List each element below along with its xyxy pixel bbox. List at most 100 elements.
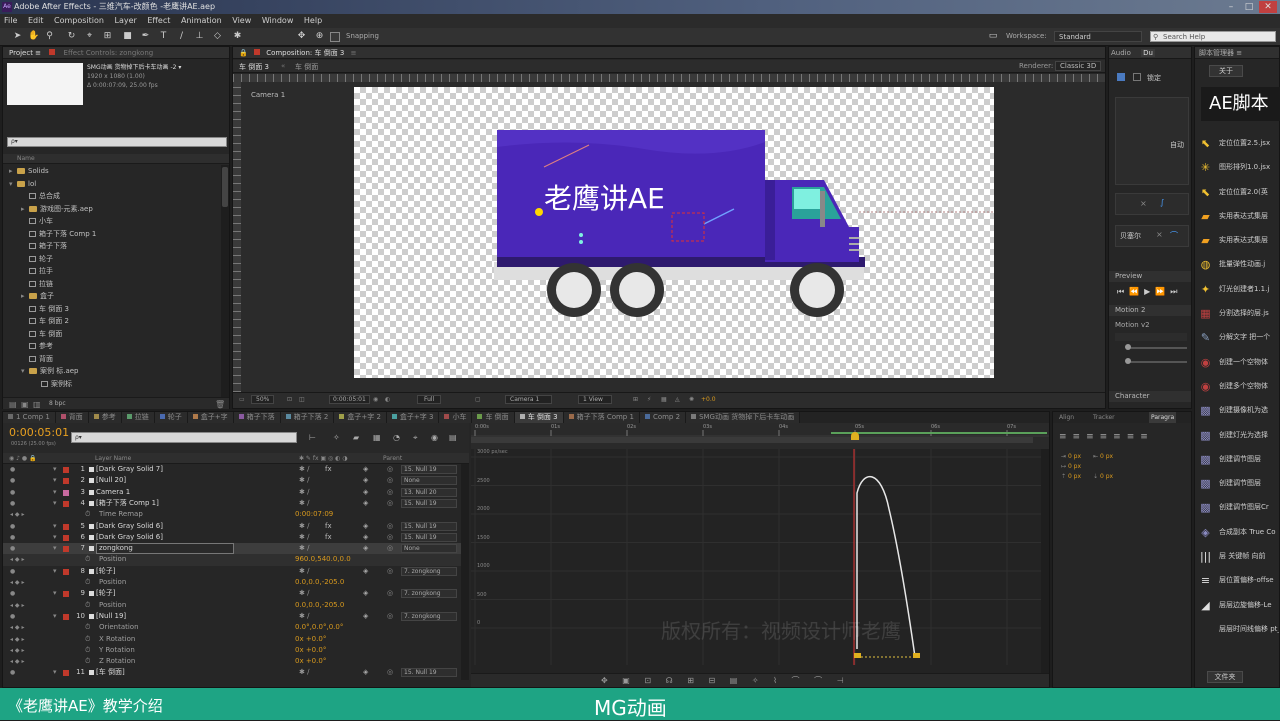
stopwatch-icon[interactable]: ⏱ bbox=[85, 509, 90, 520]
twirl-arrow-icon[interactable]: ▾ bbox=[53, 611, 57, 622]
indent-right-value[interactable]: 0 px bbox=[1100, 453, 1113, 460]
property-value[interactable]: 0x +0.0° bbox=[295, 656, 326, 667]
project-item[interactable]: 案例标 bbox=[3, 378, 221, 391]
property-value[interactable]: 960.0,540.0,0.0 bbox=[295, 554, 351, 565]
zoom-dropdown[interactable]: 50% bbox=[251, 395, 275, 404]
property-row[interactable]: ◂ ◆ ▸ ⏱ Position 0.0,0.0,-205.0 bbox=[3, 600, 461, 611]
flowchart-icon[interactable]: ◬ bbox=[675, 396, 680, 403]
stopwatch-icon[interactable]: ⏱ bbox=[85, 600, 90, 611]
layer-switches[interactable]: ✱ ∕ bbox=[299, 498, 309, 509]
layer-switches[interactable]: ✱ ∕ bbox=[299, 566, 309, 577]
label-color[interactable] bbox=[63, 568, 69, 575]
current-time-display[interactable]: 0:00:05:01 bbox=[329, 395, 370, 404]
hide-shy-icon[interactable]: ▰ bbox=[353, 433, 359, 442]
timeline-tab[interactable]: SMG动画 货物掉下后卡车动画 bbox=[686, 412, 801, 423]
project-scrollbar[interactable] bbox=[221, 165, 229, 397]
parent-dropdown[interactable]: 15. Null 19 bbox=[401, 521, 457, 531]
script-item[interactable]: ✳ 图形排列1.0.jsx bbox=[1195, 155, 1279, 179]
layer-name[interactable]: [Dark Gray Solid 6] bbox=[96, 532, 163, 543]
script-item[interactable]: ▩ 创建灯光为选择 bbox=[1195, 423, 1279, 447]
layer-switches[interactable]: ✱ ∕ bbox=[299, 487, 309, 498]
visibility-eye-icon[interactable]: ● bbox=[10, 566, 15, 577]
parent-pick-whip-icon[interactable]: ◎ bbox=[387, 543, 393, 554]
timeline-tab[interactable]: 车 倒面 bbox=[472, 412, 515, 423]
stopwatch-icon[interactable]: ⏱ bbox=[85, 645, 90, 656]
fast-preview-icon[interactable]: ⚡ bbox=[647, 396, 651, 403]
script-item[interactable]: ▰ 实用表达式集层 bbox=[1195, 228, 1279, 252]
bezier-close-icon[interactable]: × bbox=[1156, 230, 1163, 239]
timeline-tab[interactable]: 轮子 bbox=[154, 412, 188, 423]
project-item[interactable]: ▸ 盒子 bbox=[3, 290, 221, 303]
timeline-tab[interactable]: 箱子下落 2 bbox=[280, 412, 335, 423]
layer-row[interactable]: ● ▾ 7 zongkong ✱ ∕ ◈ ◎ None bbox=[3, 543, 461, 555]
motion-slider-3[interactable] bbox=[1125, 358, 1187, 364]
timeline-icon[interactable]: ▦ bbox=[661, 396, 667, 403]
visibility-eye-icon[interactable]: ● bbox=[10, 543, 15, 554]
layer-name[interactable]: [车 倒面] bbox=[96, 667, 125, 678]
keyframe-navigator-icon[interactable]: ◂ ◆ ▸ bbox=[10, 600, 24, 611]
timeline-tab[interactable]: 参考 bbox=[88, 412, 122, 423]
layer-name[interactable]: Camera 1 bbox=[96, 487, 130, 498]
comp-canvas[interactable]: 老鹰讲AE bbox=[354, 87, 994, 378]
twirl-arrow-icon[interactable]: ▾ bbox=[53, 543, 57, 554]
close-comp-tab-icon[interactable] bbox=[253, 49, 260, 55]
project-item[interactable]: 拉手 bbox=[3, 265, 221, 278]
visibility-eye-icon[interactable]: ● bbox=[10, 667, 15, 678]
exposure-icon[interactable]: ✺ bbox=[689, 396, 694, 403]
script-item[interactable]: ✎ 分解文字 把一个 bbox=[1195, 325, 1279, 349]
motion-slider-2[interactable] bbox=[1125, 344, 1187, 350]
property-row[interactable]: ◂ ◆ ▸ ⏱ X Rotation 0x +0.0° bbox=[3, 634, 461, 645]
axis-tool-icon[interactable]: ✥ bbox=[296, 31, 307, 42]
twirl-arrow-icon[interactable]: ▾ bbox=[53, 487, 57, 498]
script-item[interactable]: ||| 层 关键帧 向前 bbox=[1195, 544, 1279, 568]
ease-close-icon[interactable]: × bbox=[1140, 199, 1147, 208]
space-after-value[interactable]: 0 px bbox=[1100, 473, 1113, 480]
layer-row[interactable]: ● ▾ 11 [车 倒面] ✱ ∕ ◈ ◎ 15. Null 19 bbox=[3, 667, 461, 678]
property-value[interactable]: 0.0,0.0,-205.0 bbox=[295, 577, 344, 588]
horizontal-ruler[interactable] bbox=[233, 74, 1105, 82]
script-item[interactable]: ▩ 创建调节图层 bbox=[1195, 471, 1279, 495]
frame-blending-icon[interactable]: ▦ bbox=[373, 433, 381, 442]
subtab-car[interactable]: 车 倒面 bbox=[295, 62, 318, 72]
property-value[interactable]: 0x +0.0° bbox=[295, 645, 326, 656]
rectangle-tool-icon[interactable]: ■ bbox=[122, 31, 133, 42]
tab-motion-2[interactable]: Motion 2 bbox=[1115, 306, 1145, 314]
parent-pick-whip-icon[interactable]: ◎ bbox=[387, 475, 393, 486]
script-item[interactable]: 层层时间线偏移 pt_Sh bbox=[1195, 617, 1279, 641]
layer-scrollbar[interactable] bbox=[461, 464, 469, 680]
timeline-tab[interactable]: 车 倒面 3 bbox=[514, 412, 564, 423]
timeline-search-input[interactable]: ρ▾ bbox=[71, 432, 297, 443]
label-color[interactable] bbox=[63, 478, 69, 485]
layer-row[interactable]: ● ▾ 1 [Dark Gray Solid 7] ✱ ∕ fx ◈ ◎ 15. Null 1… bbox=[3, 464, 461, 475]
project-item[interactable]: 参考 bbox=[3, 340, 221, 353]
3d-layer-cube-icon[interactable]: ◈ bbox=[363, 543, 368, 554]
keyframe-navigator-icon[interactable]: ◂ ◆ ▸ bbox=[10, 645, 24, 656]
parent-dropdown[interactable]: None bbox=[401, 476, 457, 486]
region-of-interest-icon[interactable]: ▢ bbox=[475, 396, 481, 403]
brush-tool-icon[interactable]: ∕ bbox=[176, 31, 187, 42]
safe-zones-icon[interactable]: ⊡ bbox=[287, 396, 292, 403]
parent-dropdown[interactable]: 15. Null 19 bbox=[401, 532, 457, 542]
layer-name[interactable]: [轮子] bbox=[96, 566, 115, 577]
col-parent[interactable]: Parent bbox=[383, 453, 402, 464]
visibility-eye-icon[interactable]: ● bbox=[10, 532, 15, 543]
script-item[interactable]: ◉ 创建多个空物体 bbox=[1195, 374, 1279, 398]
expand-arrow-icon[interactable]: ▾ bbox=[21, 365, 29, 378]
layer-name[interactable]: Orientation bbox=[99, 622, 139, 633]
motion-blur-icon[interactable]: ◔ bbox=[393, 433, 400, 442]
layer-row[interactable]: ● ▾ 9 [轮子] ✱ ∕ ◈ ◎ 7. zongkong bbox=[3, 588, 461, 599]
parent-dropdown[interactable]: 15. Null 19 bbox=[401, 668, 457, 678]
brainstorm-icon[interactable]: ◉ bbox=[431, 433, 438, 442]
timeline-tab[interactable]: Comp 2 bbox=[639, 412, 687, 423]
lock-toggle-icon[interactable] bbox=[1133, 73, 1141, 81]
layer-switches[interactable]: ✱ ∕ bbox=[299, 532, 309, 543]
timeline-tab[interactable]: 盒子+字 2 bbox=[334, 412, 387, 423]
parent-dropdown[interactable]: 15. Null 19 bbox=[401, 498, 457, 508]
project-item[interactable]: 箱子下落 bbox=[3, 240, 221, 253]
visibility-eye-icon[interactable]: ● bbox=[10, 611, 15, 622]
timeline-tab[interactable]: 盒子+字 bbox=[187, 412, 234, 423]
label-color[interactable] bbox=[63, 534, 69, 541]
new-comp-icon[interactable]: ▥ bbox=[33, 400, 41, 409]
time-ruler[interactable]: 0:00s 01s 02s 03s 04s 05s 06s 07s bbox=[471, 423, 1049, 449]
label-color[interactable] bbox=[63, 591, 69, 598]
